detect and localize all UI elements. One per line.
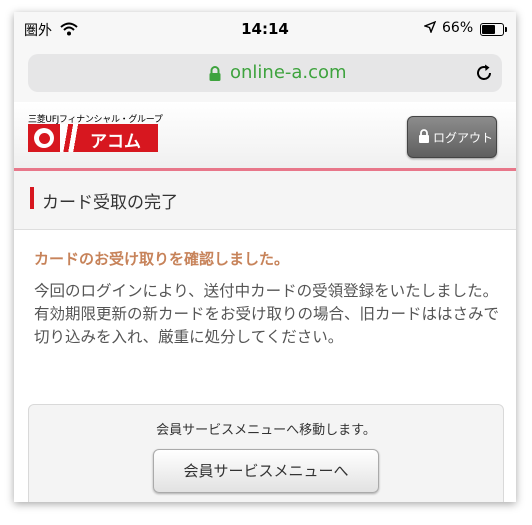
battery-icon: [480, 23, 507, 36]
confirm-message: カードのお受け取りを確認しました。: [34, 250, 290, 268]
secure-lock-icon: [208, 66, 222, 85]
brand-name: アコム: [90, 132, 141, 152]
body-text: 今回のログインにより、送付中カードの受領登録をいたしました。 有効期限更新の新カ…: [34, 280, 500, 349]
member-menu-button[interactable]: 会員サービスメニューへ: [153, 449, 379, 493]
site-header: 三菱UFJフィナンシャル・グループ アコム ログアウト: [14, 102, 516, 168]
member-menu-box: 会員サービスメニューへ移動します。 会員サービスメニューへ: [28, 404, 504, 502]
section-header: カード受取の完了: [14, 171, 516, 230]
address-bar[interactable]: online-a.com: [28, 54, 502, 92]
page-title: カード受取の完了: [42, 193, 178, 213]
logout-button[interactable]: ログアウト: [407, 116, 497, 158]
acom-logo[interactable]: アコム: [28, 124, 158, 152]
member-menu-message: 会員サービスメニューへ移動します。: [156, 423, 376, 438]
battery-percent: 66%: [442, 20, 474, 36]
logout-label: ログアウト: [433, 131, 494, 145]
body-paragraph-2: 有効期限更新の新カードをお受け取りの場合、旧カードははさみで切り込みを入れ、厳重…: [34, 305, 500, 346]
clock: 14:14: [241, 20, 289, 38]
browser-toolbar: online-a.com: [14, 46, 516, 103]
reload-icon[interactable]: [474, 63, 494, 87]
location-arrow-icon: [422, 20, 437, 36]
status-bar: 圏外 14:14 66%: [14, 12, 516, 46]
body-paragraph-1: 今回のログインにより、送付中カードの受領登録をいたしました。: [34, 282, 499, 300]
section-accent-bar: [30, 187, 34, 209]
url-text: online-a.com: [230, 62, 347, 83]
phone-screen: 圏外 14:14 66% online-a.com 三菱UFJフィナンシャル・グ…: [14, 12, 516, 502]
lock-icon: [418, 129, 430, 146]
main-content: カードのお受け取りを確認しました。 今回のログインにより、送付中カードの受領登録…: [14, 230, 516, 502]
